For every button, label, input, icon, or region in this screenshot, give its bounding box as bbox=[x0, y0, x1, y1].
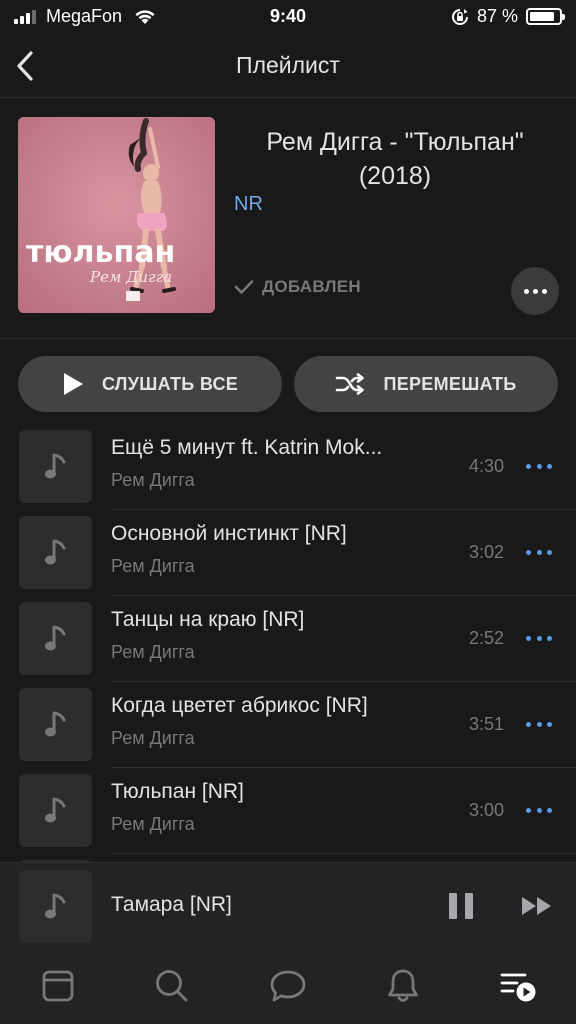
tab-music[interactable] bbox=[498, 966, 538, 1006]
shuffle-icon bbox=[336, 373, 365, 395]
battery-percent: 87 % bbox=[476, 6, 518, 26]
cover-artist-text: Рем Дигга bbox=[89, 268, 172, 286]
track-row[interactable]: Тюльпан [NR] Рем Дигга 3:00 bbox=[0, 768, 576, 854]
tab-notifications[interactable] bbox=[383, 966, 423, 1006]
now-playing-title: Тамара [NR] bbox=[111, 893, 232, 916]
battery-icon bbox=[526, 8, 565, 25]
added-label: ДОБАВЛЕН bbox=[262, 277, 361, 296]
mini-player[interactable]: Тамара [NR] bbox=[0, 862, 576, 948]
track-more-button[interactable] bbox=[526, 719, 552, 729]
track-thumbnail bbox=[19, 688, 92, 761]
now-playing-thumbnail bbox=[19, 870, 92, 943]
music-note-icon bbox=[44, 711, 65, 736]
track-more-button[interactable] bbox=[526, 461, 552, 471]
track-duration: 3:51 bbox=[468, 714, 504, 734]
playlist-actions: СЛУШАТЬ ВСЕ ПЕРЕМЕШАТЬ bbox=[18, 356, 558, 412]
play-icon bbox=[63, 373, 83, 395]
track-title: Ещё 5 минут ft. Katrin Mok... bbox=[111, 436, 383, 459]
notifications-icon bbox=[388, 969, 418, 1002]
track-thumbnail bbox=[19, 774, 92, 847]
track-title: Тюльпан [NR] bbox=[111, 780, 244, 803]
checkmark-icon bbox=[234, 280, 254, 294]
next-track-icon[interactable] bbox=[521, 895, 553, 917]
orientation-lock-icon bbox=[451, 8, 468, 25]
news-icon bbox=[42, 970, 74, 1002]
track-thumbnail bbox=[19, 516, 92, 589]
track-list: Ещё 5 минут ft. Katrin Mok... Рем Дигга … bbox=[0, 424, 576, 862]
track-title: Основной инстинкт [NR] bbox=[111, 522, 347, 545]
track-duration: 4:30 bbox=[468, 456, 504, 476]
track-artist: Рем Дигга bbox=[111, 556, 195, 576]
track-row[interactable]: Танцы на краю [NR] Рем Дигга 2:52 bbox=[0, 596, 576, 682]
track-title: Танцы на краю [NR] bbox=[111, 608, 305, 631]
shuffle-label: ПЕРЕМЕШАТЬ bbox=[383, 373, 517, 394]
album-cover[interactable]: тюльпан Рем Дигга bbox=[18, 117, 215, 313]
album-more-button[interactable] bbox=[511, 267, 559, 315]
album-artist-link[interactable]: NR bbox=[234, 193, 263, 216]
track-row[interactable] bbox=[0, 854, 576, 862]
music-note-icon bbox=[44, 797, 65, 822]
music-note-icon bbox=[44, 893, 65, 918]
cover-title-text: тюльпан bbox=[26, 235, 175, 270]
shuffle-button[interactable]: ПЕРЕМЕШАТЬ bbox=[294, 356, 558, 412]
pause-button[interactable] bbox=[449, 893, 473, 919]
tab-bar bbox=[0, 948, 576, 1024]
album-cover-art: тюльпан Рем Дигга bbox=[18, 117, 215, 313]
track-duration: 3:02 bbox=[468, 542, 504, 562]
track-more-button[interactable] bbox=[526, 547, 552, 557]
tab-messages[interactable] bbox=[268, 966, 308, 1006]
album-header: тюльпан Рем Дигга Рем Дигга - "Тюльпан" … bbox=[0, 99, 576, 339]
track-thumbnail bbox=[19, 602, 92, 675]
tab-search[interactable] bbox=[152, 966, 192, 1006]
album-title: Рем Дигга - "Тюльпан" (2018) bbox=[266, 128, 524, 190]
track-artist: Рем Дигга bbox=[111, 642, 195, 662]
track-row[interactable]: Ещё 5 минут ft. Katrin Mok... Рем Дигга … bbox=[0, 424, 576, 510]
track-artist: Рем Дигга bbox=[111, 814, 195, 834]
music-note-icon bbox=[44, 539, 65, 564]
track-artist: Рем Дигга bbox=[111, 470, 195, 490]
page-title: Плейлист bbox=[236, 52, 340, 78]
track-artist: Рем Дигга bbox=[111, 728, 195, 748]
track-more-button[interactable] bbox=[526, 805, 552, 815]
tab-news[interactable] bbox=[38, 966, 78, 1006]
track-title: Когда цветет абрикос [NR] bbox=[111, 694, 368, 717]
track-thumbnail bbox=[19, 430, 92, 503]
added-status[interactable]: ДОБАВЛЕН bbox=[234, 277, 361, 297]
track-more-button[interactable] bbox=[526, 633, 552, 643]
play-all-button[interactable]: СЛУШАТЬ ВСЕ bbox=[18, 356, 282, 412]
play-all-label: СЛУШАТЬ ВСЕ bbox=[101, 373, 239, 394]
track-row[interactable]: Основной инстинкт [NR] Рем Дигга 3:02 bbox=[0, 510, 576, 596]
status-bar: MegaFon 9:40 87 % bbox=[0, 0, 576, 34]
music-note-icon bbox=[44, 453, 65, 478]
track-duration: 3:00 bbox=[468, 800, 504, 820]
track-duration: 2:52 bbox=[468, 628, 504, 648]
messages-icon bbox=[270, 970, 306, 1002]
music-icon bbox=[500, 973, 536, 1002]
music-note-icon bbox=[44, 625, 65, 650]
search-icon bbox=[156, 970, 188, 1002]
track-row[interactable]: Когда цветет абрикос [NR] Рем Дигга 3:51 bbox=[0, 682, 576, 768]
nav-bar: Плейлист bbox=[0, 34, 576, 98]
